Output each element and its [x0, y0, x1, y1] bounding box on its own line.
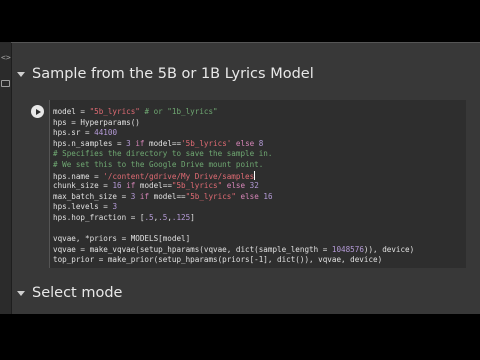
code-token: hps.levels = — [53, 202, 113, 212]
code-token: hps.hop_fraction = [ — [53, 212, 145, 222]
code-token: model = — [53, 107, 90, 116]
code-token: ] — [190, 212, 195, 222]
section-title: Sample from the 5B or 1B Lyrics Model — [32, 66, 314, 82]
notebook-frame: <> Sample from the 5B or 1B Lyrics Model… — [0, 42, 480, 314]
code-token: model== — [149, 191, 186, 201]
code-token: .5 — [144, 212, 154, 222]
code-token: .5 — [158, 212, 168, 222]
code-token: 16 — [263, 191, 273, 201]
code-token: "5b_lyrics" — [171, 181, 223, 191]
section-header-sample[interactable]: Sample from the 5B or 1B Lyrics Model — [12, 61, 314, 87]
code-token: top_prior = make_prior(setup_hparams(pri… — [53, 255, 383, 265]
code-token: vqvae = make_vqvae(setup_hparams(vqvae, … — [53, 244, 332, 254]
code-token: 3 — [112, 202, 118, 212]
code-token: hps = Hyperparams() — [53, 117, 140, 127]
chevron-down-icon[interactable] — [17, 290, 25, 296]
divider — [11, 42, 480, 43]
code-token: if — [126, 181, 136, 191]
code-token: )), device) — [363, 244, 415, 254]
code-snippets-icon[interactable]: <> — [1, 54, 11, 62]
code-line: hps.hop_fraction = [.5,.5,.125] — [53, 213, 466, 224]
code-token: 44100 — [94, 128, 118, 138]
section-header-select-mode[interactable]: Select mode — [12, 280, 122, 306]
run-cell-button[interactable] — [31, 105, 44, 118]
code-lines: model = "5b_lyrics" # or "1b_lyrics" hps … — [50, 100, 466, 266]
chevron-down-icon[interactable] — [17, 71, 25, 77]
code-token: max_batch_size = — [53, 191, 131, 201]
code-token: 1048576 — [331, 244, 364, 254]
code-token: # We set this to the Google Drive mount … — [53, 159, 264, 169]
code-line: top_prior = make_prior(setup_hparams(pri… — [53, 255, 466, 266]
code-token: '/content/gdrive/My Drive/samples — [103, 171, 255, 181]
code-line: hps.name = '/content/gdrive/My Drive/sam… — [53, 170, 466, 182]
code-line: # Specifies the directory to save the sa… — [53, 149, 466, 160]
code-token: hps.n_samples = — [53, 138, 127, 148]
code-token: 32 — [249, 181, 259, 191]
code-line: vqvae, *priors = MODELS[model] — [53, 234, 466, 245]
code-token: model== — [135, 181, 172, 191]
code-token: else — [226, 181, 246, 191]
code-token: vqvae, *priors = MODELS[model] — [53, 234, 191, 244]
code-token: hps.sr = — [53, 128, 95, 138]
code-editor[interactable]: model = "5b_lyrics" # or "1b_lyrics" hps … — [49, 100, 466, 268]
code-cell[interactable]: model = "5b_lyrics" # or "1b_lyrics" hps … — [25, 100, 466, 272]
code-token: '5b_lyrics' — [181, 138, 232, 148]
code-line: model = "5b_lyrics" # or "1b_lyrics" — [53, 107, 466, 118]
files-folder-icon[interactable] — [1, 80, 10, 87]
code-token: chunk_size = — [53, 181, 113, 191]
code-line: hps.n_samples = 3 if model=='5b_lyrics' … — [53, 139, 466, 150]
code-token: # Specifies the directory to save the sa… — [53, 149, 273, 159]
code-line: hps = Hyperparams() — [53, 118, 466, 129]
code-line: hps.sr = 44100 — [53, 128, 466, 139]
code-token: else — [240, 191, 259, 201]
code-token: .125 — [171, 212, 191, 222]
code-token: else — [235, 138, 255, 148]
code-token: "5b_lyrics" — [185, 191, 236, 201]
code-token: model== — [144, 138, 182, 148]
code-line: chunk_size = 16 if model=="5b_lyrics" el… — [53, 181, 466, 192]
code-line: # We set this to the Google Drive mount … — [53, 160, 466, 171]
code-token: 16 — [112, 181, 122, 191]
code-token: # or "1b_lyrics" — [144, 107, 218, 116]
left-sidebar: <> — [0, 42, 12, 314]
code-token: hps.name = — [53, 171, 104, 181]
code-line: max_batch_size = 3 if model=="5b_lyrics"… — [53, 192, 466, 203]
code-token: if — [139, 191, 150, 201]
code-line: hps.levels = 3 — [53, 202, 466, 213]
text-cursor — [254, 170, 256, 180]
section-title: Select mode — [32, 285, 123, 301]
code-token: 8 — [258, 138, 264, 148]
code-line: vqvae = make_vqvae(setup_hparams(vqvae, … — [53, 245, 466, 256]
code-token: "5b_lyrics" — [89, 107, 140, 116]
